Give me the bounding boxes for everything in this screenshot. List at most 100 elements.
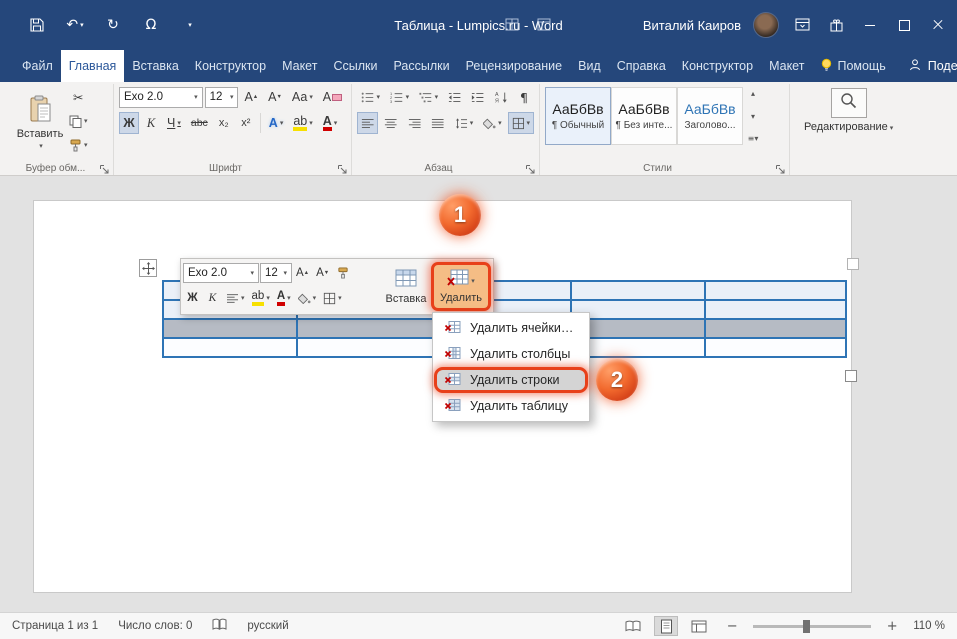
bold-button[interactable]: Ж: [119, 112, 139, 134]
tab-table-layout[interactable]: Макет: [761, 50, 812, 82]
style-heading[interactable]: АаБбВв Заголово...: [677, 87, 743, 145]
gallery-down-icon[interactable]: ▾: [746, 112, 760, 121]
tab-design[interactable]: Конструктор: [187, 50, 274, 82]
word-count[interactable]: Число слов: 0: [118, 620, 192, 632]
superscript-button[interactable]: x²: [236, 112, 256, 134]
justify-button[interactable]: [427, 112, 448, 134]
decrease-indent-button[interactable]: [444, 86, 465, 108]
user-name[interactable]: Виталий Каиров: [643, 18, 741, 33]
table-cell[interactable]: [163, 338, 297, 357]
mini-align-button[interactable]: [223, 287, 248, 309]
table-cell[interactable]: [571, 300, 705, 319]
style-no-spacing[interactable]: АаБбВв ¶ Без инте...: [611, 87, 677, 145]
table-cell[interactable]: [571, 281, 705, 300]
tab-references[interactable]: Ссылки: [325, 50, 385, 82]
gallery-more-icon[interactable]: ≡▾: [746, 134, 760, 143]
table-move-handle[interactable]: [139, 259, 157, 277]
zoom-slider[interactable]: [753, 625, 871, 628]
print-layout-button[interactable]: [654, 616, 678, 636]
clipboard-dialog-launcher[interactable]: [99, 162, 110, 173]
zoom-level[interactable]: 110 %: [913, 620, 945, 632]
mini-insert-button[interactable]: Вставка: [381, 262, 431, 311]
style-normal[interactable]: АаБбВв ¶ Обычный: [545, 87, 611, 145]
menu-item-delete-columns[interactable]: Удалить столбцы: [434, 341, 588, 367]
highlight-color-button[interactable]: ab: [289, 112, 316, 134]
clear-formatting-button[interactable]: А: [319, 86, 346, 108]
mini-highlight-button[interactable]: ab: [249, 287, 273, 309]
menu-item-delete-cells[interactable]: Удалить ячейки…: [434, 315, 588, 341]
gallery-up-icon[interactable]: ▴: [746, 89, 760, 98]
sort-button[interactable]: АЯ: [491, 86, 512, 108]
bullet-list-button[interactable]: [357, 86, 384, 108]
mini-grow-font-button[interactable]: А: [293, 262, 312, 284]
table-cell[interactable]: [163, 319, 297, 338]
tab-review[interactable]: Рецензирование: [458, 50, 571, 82]
align-left-button[interactable]: [357, 112, 378, 134]
zoom-in-button[interactable]: [880, 616, 904, 636]
undo-icon[interactable]: ↶: [64, 14, 86, 36]
shading-button[interactable]: [479, 112, 505, 134]
styles-dialog-launcher[interactable]: [775, 162, 786, 173]
show-marks-button[interactable]: ¶: [514, 86, 534, 108]
cut-icon[interactable]: ✂: [65, 86, 92, 108]
table-resize-handle[interactable]: [845, 370, 857, 382]
font-dialog-launcher[interactable]: [337, 162, 348, 173]
table-cell[interactable]: [571, 319, 705, 338]
mini-bold-button[interactable]: Ж: [183, 287, 202, 309]
language-indicator[interactable]: русский: [247, 620, 288, 632]
mini-shrink-font-button[interactable]: А: [313, 262, 332, 284]
increase-indent-button[interactable]: [467, 86, 488, 108]
mini-shading-button[interactable]: [295, 287, 320, 309]
zoom-out-button[interactable]: [720, 616, 744, 636]
paste-button[interactable]: Вставить: [17, 86, 63, 158]
minimize-button[interactable]: [859, 14, 881, 36]
mini-format-painter-button[interactable]: [333, 262, 352, 284]
align-right-button[interactable]: [404, 112, 425, 134]
subscript-button[interactable]: x₂: [214, 112, 234, 134]
change-case-button[interactable]: Аа: [288, 86, 317, 108]
align-center-button[interactable]: [380, 112, 401, 134]
numbered-list-button[interactable]: 123: [386, 86, 413, 108]
read-mode-button[interactable]: [621, 616, 645, 636]
redo-icon[interactable]: ↻: [102, 14, 124, 36]
tab-layout[interactable]: Макет: [274, 50, 325, 82]
tab-view[interactable]: Вид: [570, 50, 609, 82]
font-name-combo[interactable]: Exo 2.0▾: [119, 87, 203, 108]
gift-icon[interactable]: [825, 14, 847, 36]
font-color-button[interactable]: А: [319, 112, 342, 134]
strikethrough-button[interactable]: abc: [187, 112, 212, 134]
menu-item-delete-rows[interactable]: Удалить строки: [434, 367, 588, 393]
mini-font-name-combo[interactable]: Exo 2.0▾: [183, 263, 259, 283]
customize-qat-icon[interactable]: [178, 14, 200, 36]
tab-insert[interactable]: Вставка: [124, 50, 186, 82]
web-layout-button[interactable]: [687, 616, 711, 636]
borders-button[interactable]: [508, 112, 534, 134]
close-button[interactable]: [927, 14, 949, 36]
table-cell[interactable]: [705, 338, 846, 357]
font-size-combo[interactable]: 12▾: [205, 87, 239, 108]
find-button[interactable]: [831, 88, 867, 118]
share-button[interactable]: Поделиться: [894, 50, 957, 82]
mini-borders-button[interactable]: [320, 287, 345, 309]
underline-button[interactable]: Ч: [163, 112, 185, 134]
mini-font-size-combo[interactable]: 12▾: [260, 263, 292, 283]
table-cell[interactable]: [705, 300, 846, 319]
mini-font-color-button[interactable]: А: [274, 287, 294, 309]
tab-help[interactable]: Справка: [609, 50, 674, 82]
tab-assistant[interactable]: Помощь: [812, 50, 893, 82]
table-cell[interactable]: [571, 338, 705, 357]
save-icon[interactable]: [26, 14, 48, 36]
omega-symbol-button[interactable]: Ω: [140, 14, 162, 36]
user-avatar[interactable]: [753, 12, 779, 38]
page-indicator[interactable]: Страница 1 из 1: [12, 620, 98, 632]
tab-file[interactable]: Файл: [14, 50, 61, 82]
ribbon-display-options-icon[interactable]: [791, 14, 813, 36]
paragraph-dialog-launcher[interactable]: [525, 162, 536, 173]
italic-button[interactable]: К: [141, 112, 161, 134]
tab-table-design[interactable]: Конструктор: [674, 50, 761, 82]
zoom-slider-thumb[interactable]: [803, 620, 810, 633]
editing-group-button[interactable]: Редактирование: [804, 121, 893, 133]
mini-italic-button[interactable]: К: [203, 287, 222, 309]
menu-item-delete-table[interactable]: Удалить таблицу: [434, 393, 588, 419]
format-painter-icon[interactable]: [65, 134, 92, 156]
